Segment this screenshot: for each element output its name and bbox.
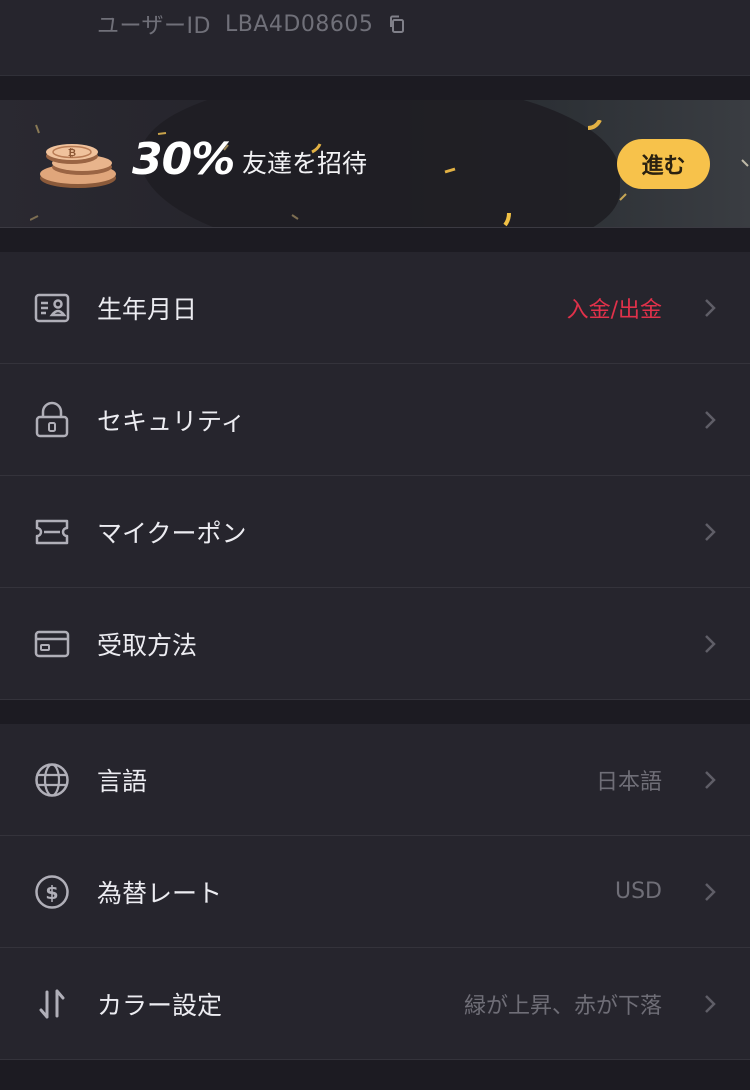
svg-text:$: $	[45, 882, 58, 904]
svg-text:₿: ₿	[68, 147, 76, 159]
menu-item-label: カラー設定	[97, 990, 223, 1020]
coins-icon: ₿	[40, 144, 116, 188]
menu-item-color-setting[interactable]: カラー設定 緑が上昇、赤が下落	[0, 948, 750, 1060]
section-gap	[0, 76, 750, 100]
chevron-right-icon	[705, 523, 716, 541]
menu-item-security[interactable]: セキュリティ	[0, 364, 750, 476]
chevron-right-icon	[705, 299, 716, 317]
account-menu: 生年月日 入金/出金 セキュリティ マイクーポン 受取方法	[0, 252, 750, 700]
menu-item-label: マイクーポン	[97, 518, 247, 548]
chevron-right-icon	[705, 883, 716, 901]
user-id-label: ユーザーID	[97, 14, 211, 39]
menu-item-exchange-rate[interactable]: $ 為替レート USD	[0, 836, 750, 948]
user-id-value: LBA4D08605	[225, 11, 374, 37]
menu-item-label: 生年月日	[97, 294, 198, 324]
coupon-icon	[35, 519, 69, 545]
chevron-right-icon	[705, 995, 716, 1013]
card-icon	[34, 630, 70, 658]
menu-item-label: 受取方法	[97, 630, 198, 660]
globe-icon	[35, 763, 69, 797]
banner-percent: 30%	[132, 134, 235, 185]
chevron-right-icon	[705, 635, 716, 653]
updown-arrows-icon	[39, 989, 65, 1019]
menu-item-value: 日本語	[595, 769, 662, 795]
user-id-row: ユーザーID LBA4D08605	[97, 10, 407, 39]
user-card: ユーザーID LBA4D08605	[0, 0, 750, 76]
menu-item-value: USD	[614, 879, 662, 904]
go-button[interactable]: 進む	[617, 139, 710, 189]
menu-item-label: 言語	[97, 766, 148, 796]
settings-menu: 言語 日本語 $ 為替レート USD カラー設定 緑が上昇、赤が下落	[0, 724, 750, 1060]
menu-item-receive-method[interactable]: 受取方法	[0, 588, 750, 700]
menu-item-coupons[interactable]: マイクーポン	[0, 476, 750, 588]
menu-item-value: 緑が上昇、赤が下落	[463, 993, 662, 1019]
chevron-right-icon	[705, 411, 716, 429]
lock-icon	[35, 401, 69, 438]
chevron-right-icon	[705, 771, 716, 789]
dollar-circle-icon: $	[35, 875, 69, 909]
invite-banner[interactable]: ₿ 30% 友達を招待 進む	[0, 100, 750, 228]
menu-item-birthday[interactable]: 生年月日 入金/出金	[0, 252, 750, 364]
copy-icon[interactable]	[387, 14, 407, 34]
menu-item-value: 入金/出金	[566, 297, 662, 323]
menu-item-label: 為替レート	[97, 878, 223, 908]
menu-item-label: セキュリティ	[97, 406, 246, 436]
id-card-icon	[34, 293, 70, 323]
banner-text: 友達を招待	[242, 149, 368, 178]
menu-item-language[interactable]: 言語 日本語	[0, 724, 750, 836]
bottom-spacer	[0, 1060, 750, 1090]
